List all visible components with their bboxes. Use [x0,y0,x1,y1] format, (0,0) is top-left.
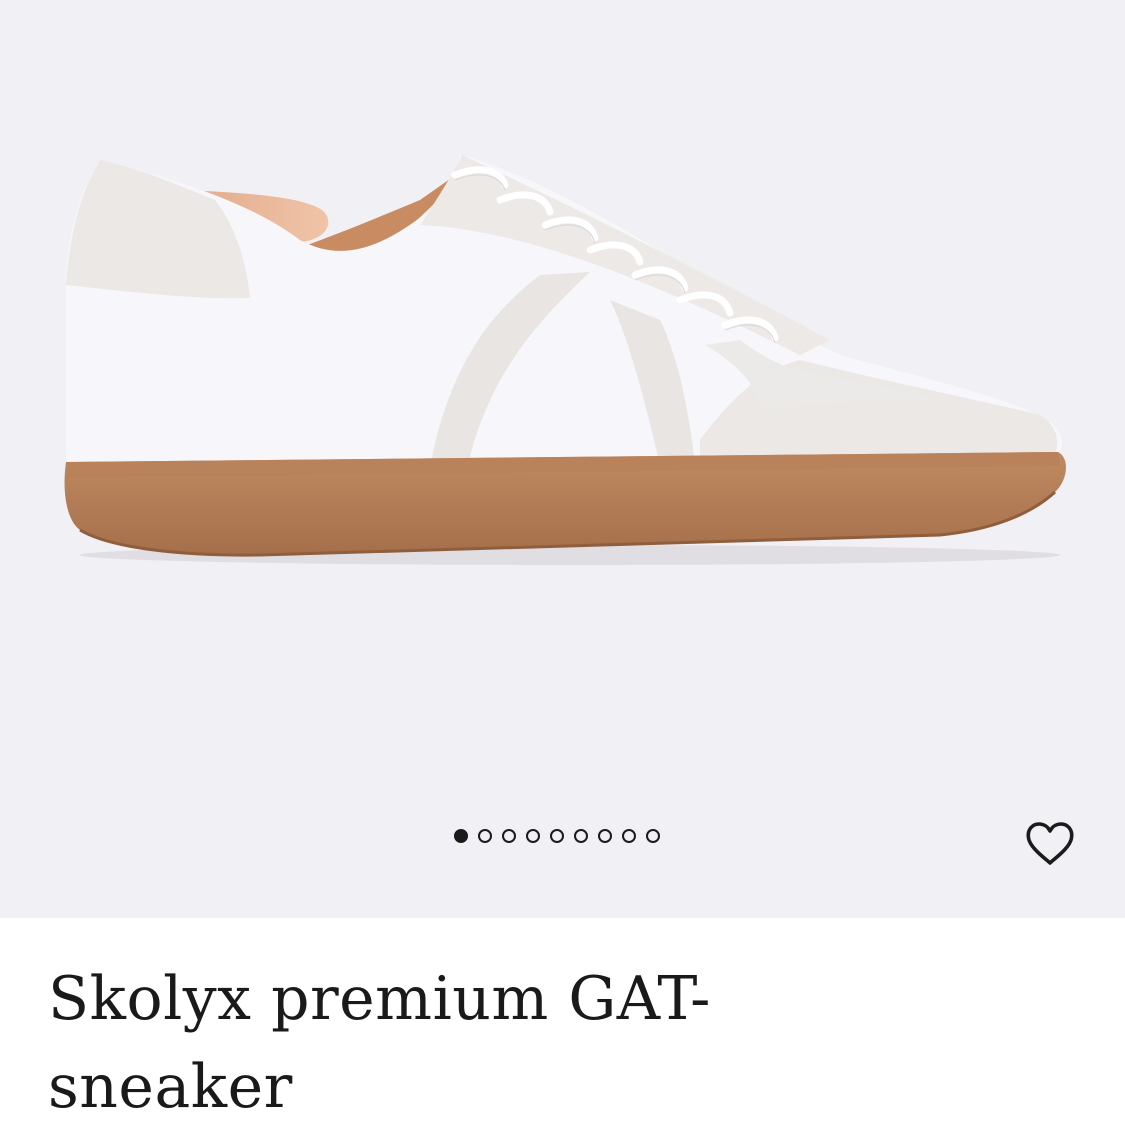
favorite-button[interactable] [1024,820,1076,868]
heart-outline-icon [1026,822,1074,865]
gallery-dot[interactable] [574,829,588,843]
gallery-dot[interactable] [502,829,516,843]
gallery-dot[interactable] [622,829,636,843]
gallery-pagination [454,829,660,843]
gallery-dot[interactable] [454,829,468,843]
product-title: Skolyx premium GAT-sneaker [48,964,711,1122]
gallery-dot[interactable] [478,829,492,843]
product-image[interactable] [0,0,1125,918]
gallery-dot[interactable] [526,829,540,843]
product-info: Skolyx premium GAT-sneaker [48,955,1088,1131]
gallery-dot[interactable] [646,829,660,843]
product-image-gallery[interactable] [0,0,1125,918]
gallery-dot[interactable] [550,829,564,843]
gallery-dot[interactable] [598,829,612,843]
